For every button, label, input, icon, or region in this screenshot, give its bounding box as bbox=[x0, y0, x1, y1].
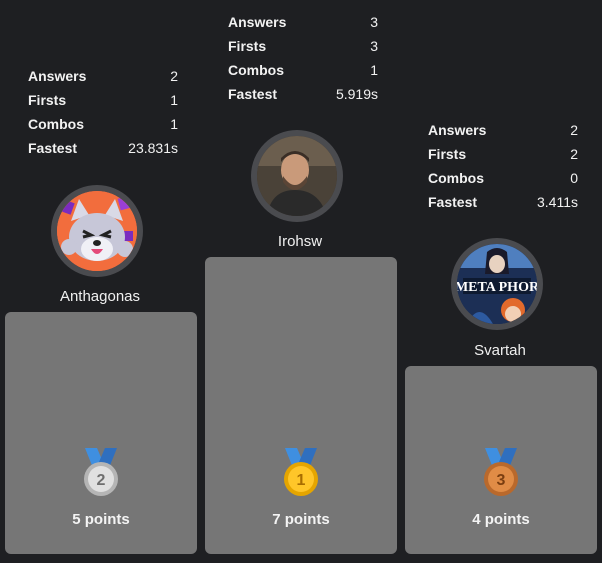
avatar-image bbox=[257, 136, 337, 216]
bronze-medal-icon: 3 bbox=[479, 448, 523, 498]
username-second[interactable]: Anthagonas bbox=[4, 288, 196, 305]
rank-number: 3 bbox=[497, 472, 506, 489]
person-photo-icon bbox=[257, 136, 337, 216]
firsts-label: Firsts bbox=[428, 146, 467, 162]
stat-firsts: Firsts 3 bbox=[228, 34, 378, 58]
points-second: 5 points bbox=[72, 511, 130, 528]
stats-panel-third: Answers 2 Firsts 2 Combos 0 Fastest 3.411s bbox=[428, 118, 578, 214]
answers-label: Answers bbox=[428, 122, 487, 138]
fastest-value: 5.919s bbox=[335, 86, 378, 102]
combos-value: 1 bbox=[170, 116, 178, 132]
podium-third: 3 4 points bbox=[405, 366, 597, 554]
fox-cartoon-icon bbox=[57, 191, 137, 271]
stat-fastest: Fastest 5.919s bbox=[228, 82, 378, 106]
firsts-label: Firsts bbox=[228, 38, 267, 54]
firsts-value: 3 bbox=[370, 38, 378, 54]
stat-combos: Combos 1 bbox=[28, 112, 178, 136]
points-first: 7 points bbox=[272, 511, 330, 528]
rank-number: 2 bbox=[97, 472, 106, 489]
podium-second: 2 5 points bbox=[5, 312, 197, 554]
answers-value: 2 bbox=[570, 122, 578, 138]
avatar-image bbox=[57, 191, 137, 271]
answers-label: Answers bbox=[228, 14, 287, 30]
combos-label: Combos bbox=[428, 170, 484, 186]
gold-medal-icon: 1 bbox=[279, 448, 323, 498]
firsts-value: 1 bbox=[170, 92, 178, 108]
stat-answers: Answers 3 bbox=[228, 10, 378, 34]
firsts-label: Firsts bbox=[28, 92, 67, 108]
fastest-value: 3.411s bbox=[537, 194, 578, 210]
stats-panel-first: Answers 3 Firsts 3 Combos 1 Fastest 5.919s bbox=[228, 10, 378, 106]
stat-fastest: Fastest 23.831s bbox=[28, 136, 178, 160]
podium-first: 1 7 points bbox=[205, 257, 397, 554]
stat-combos: Combos 0 bbox=[428, 166, 578, 190]
stat-fastest: Fastest 3.411s bbox=[428, 190, 578, 214]
answers-value: 2 bbox=[170, 68, 178, 84]
rank-number: 1 bbox=[297, 472, 306, 489]
stat-firsts: Firsts 2 bbox=[428, 142, 578, 166]
game-art-icon: META PHOR bbox=[457, 244, 537, 324]
fastest-label: Fastest bbox=[28, 140, 78, 156]
stat-combos: Combos 1 bbox=[228, 58, 378, 82]
avatar-image: META PHOR bbox=[457, 244, 537, 324]
stat-answers: Answers 2 bbox=[28, 64, 178, 88]
firsts-value: 2 bbox=[570, 146, 578, 162]
combos-label: Combos bbox=[28, 116, 84, 132]
answers-value: 3 bbox=[370, 14, 378, 30]
fastest-label: Fastest bbox=[228, 86, 278, 102]
silver-medal-icon: 2 bbox=[79, 448, 123, 498]
answers-label: Answers bbox=[28, 68, 87, 84]
combos-value: 0 bbox=[570, 170, 578, 186]
combos-value: 1 bbox=[370, 62, 378, 78]
stat-answers: Answers 2 bbox=[428, 118, 578, 142]
avatar-first[interactable] bbox=[251, 130, 343, 222]
avatar-second[interactable] bbox=[51, 185, 143, 277]
stats-panel-second: Answers 2 Firsts 1 Combos 1 Fastest 23.831s bbox=[28, 64, 178, 160]
stat-firsts: Firsts 1 bbox=[28, 88, 178, 112]
username-third[interactable]: Svartah bbox=[404, 342, 596, 359]
avatar-third[interactable]: META PHOR bbox=[451, 238, 543, 330]
username-first[interactable]: Irohsw bbox=[204, 233, 396, 250]
points-third: 4 points bbox=[472, 511, 530, 528]
combos-label: Combos bbox=[228, 62, 284, 78]
logo-text: META PHOR bbox=[457, 280, 537, 295]
fastest-value: 23.831s bbox=[128, 140, 178, 156]
fastest-label: Fastest bbox=[428, 194, 478, 210]
